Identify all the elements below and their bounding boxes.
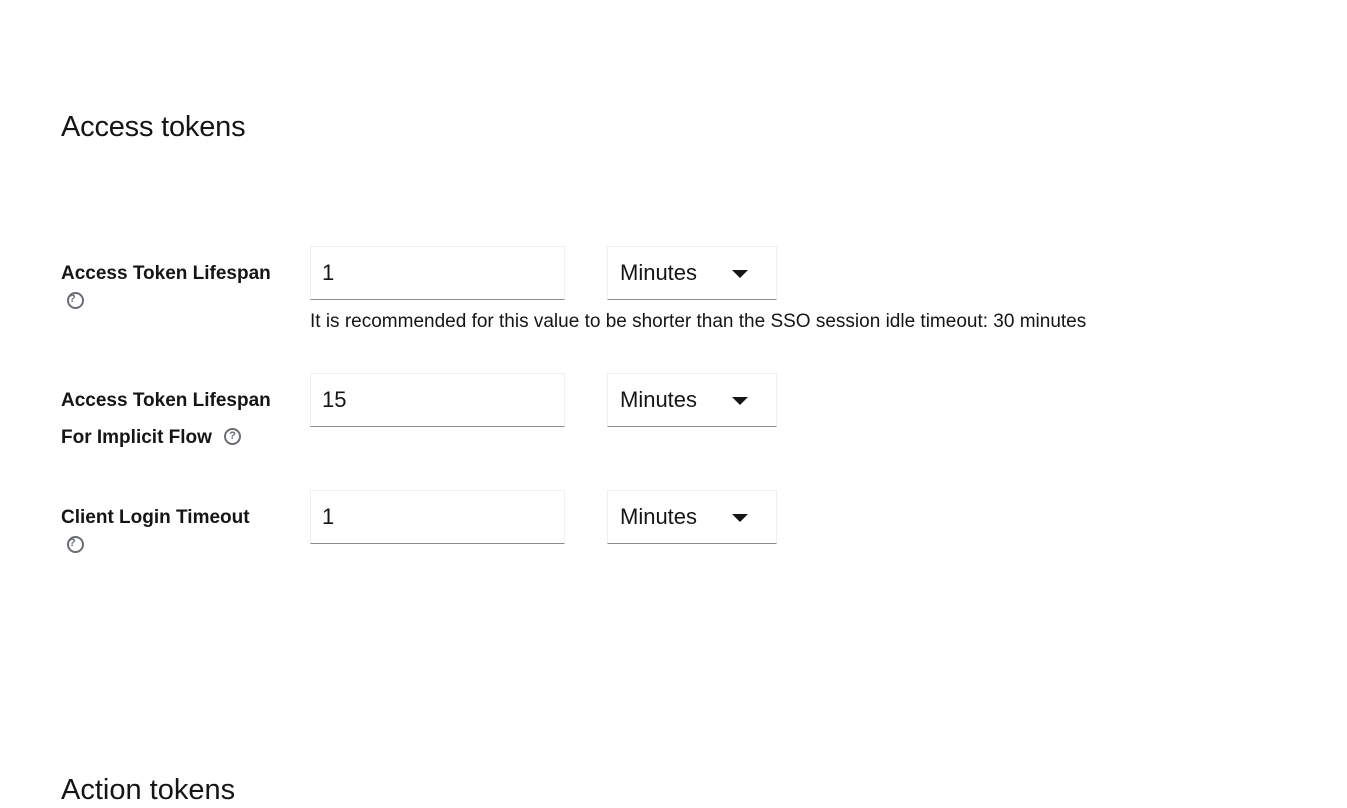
question-circle-icon[interactable]: ? [67, 292, 84, 309]
client-login-timeout-input[interactable] [310, 490, 565, 544]
select-value: Minutes [620, 387, 698, 412]
field-label: Client Login Timeout ? [61, 499, 301, 553]
select-value: Minutes [620, 504, 698, 529]
section-title: Access tokens [61, 111, 246, 143]
caret-down-icon [732, 514, 748, 522]
select-value: Minutes [620, 260, 698, 285]
field-label-line1: Access Token Lifespan [61, 390, 271, 411]
access-token-lifespan-input[interactable] [310, 246, 565, 300]
next-section-title: Action tokens [61, 774, 236, 806]
field-label: Access Token Lifespan ? [61, 255, 301, 309]
field-label: Access Token Lifespan For Implicit Flow? [61, 382, 301, 456]
field-label-text: Client Login Timeout [61, 507, 250, 528]
access-token-lifespan-implicit-unit-select[interactable]: Minutes [607, 373, 777, 427]
helper-text: It is recommended for this value to be s… [310, 311, 1087, 332]
question-circle-icon[interactable]: ? [223, 428, 241, 446]
caret-down-icon [732, 270, 748, 278]
access-token-lifespan-unit-select[interactable]: Minutes [607, 246, 777, 300]
caret-down-icon [732, 397, 748, 405]
client-login-timeout-unit-select[interactable]: Minutes [607, 490, 777, 544]
field-label-text: Access Token Lifespan [61, 263, 271, 284]
field-label-line2: For Implicit Flow [61, 427, 212, 448]
question-circle-icon[interactable]: ? [67, 536, 84, 553]
access-token-lifespan-implicit-input[interactable] [310, 373, 565, 427]
